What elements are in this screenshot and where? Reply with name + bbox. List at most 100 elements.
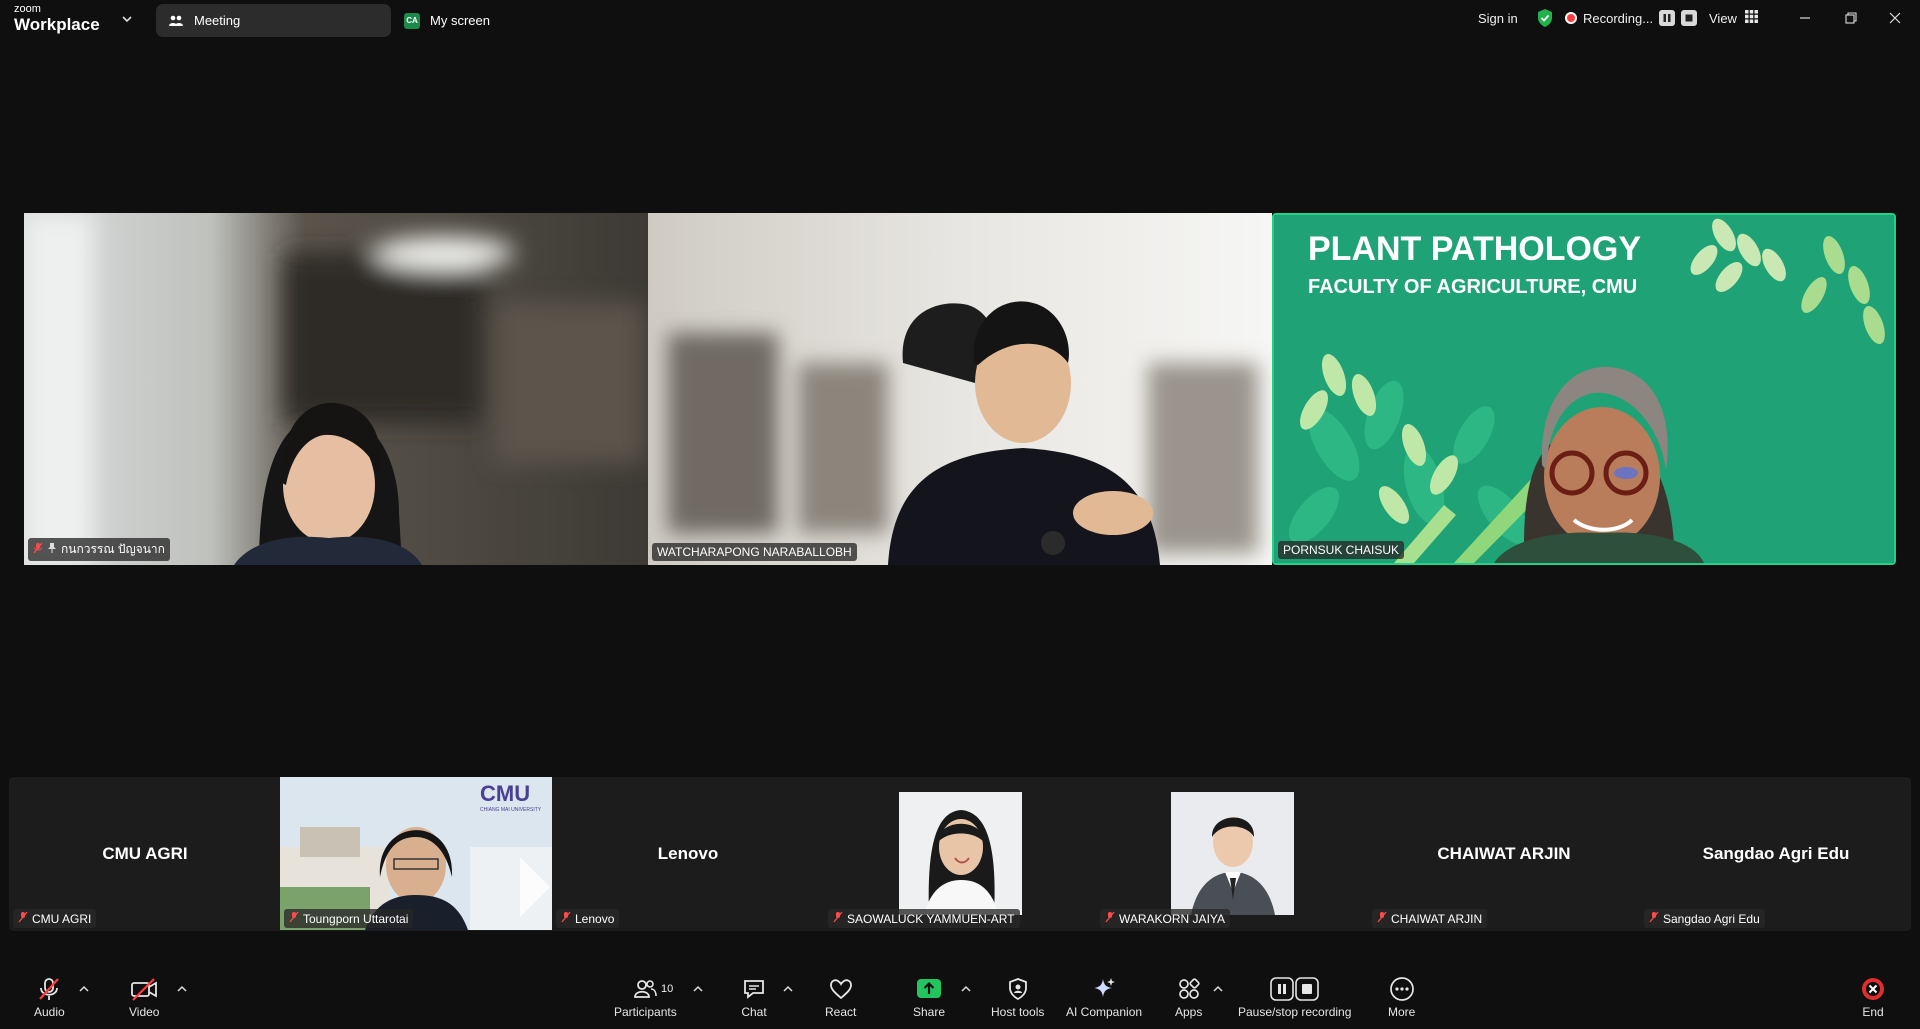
chat-options-caret-icon[interactable]	[783, 984, 793, 996]
participant-name-tag: Lenovo	[556, 909, 620, 928]
gallery-tile[interactable]: CMU CHIANG MAI UNIVERSITY Toungporn Utta…	[280, 777, 552, 930]
minimize-window-button[interactable]	[1782, 0, 1828, 36]
sign-in-link[interactable]: Sign in	[1478, 0, 1518, 36]
participant-name: WATCHARAPONG NARABALLOBH	[657, 545, 852, 559]
chat-button[interactable]: Chat	[741, 976, 767, 1019]
mic-muted-icon	[33, 542, 43, 557]
apps-options-caret-icon[interactable]	[1213, 984, 1223, 996]
avatar: CA	[404, 12, 420, 29]
video-off-icon	[130, 976, 158, 1002]
ai-companion-label: AI Companion	[1066, 1005, 1143, 1019]
participant-name: SAOWALUCK YAMMUEN-ART	[847, 911, 1015, 926]
logo-top: zoom	[14, 3, 41, 15]
view-label: View	[1709, 10, 1737, 26]
audio-options-caret-icon[interactable]	[79, 984, 89, 996]
gallery-tile[interactable]: SAOWALUCK YAMMUEN-ART	[824, 777, 1096, 930]
tab-my-screen-label: My screen	[430, 13, 490, 28]
more-button[interactable]: More	[1388, 976, 1415, 1019]
share-label: Share	[913, 1005, 946, 1019]
mic-muted-icon	[1377, 911, 1387, 926]
encryption-shield-icon[interactable]	[1536, 0, 1554, 36]
chat-icon	[741, 976, 767, 1002]
participant-video	[648, 213, 1272, 565]
shield-icon	[1005, 976, 1031, 1002]
apps-icon	[1176, 976, 1202, 1002]
share-button[interactable]: Share	[913, 976, 945, 1019]
video-options-caret-icon[interactable]	[177, 984, 187, 996]
recording-indicator: Recording...	[1565, 0, 1698, 36]
participant-profile-photo	[1171, 792, 1294, 915]
pause-recording-button[interactable]	[1659, 10, 1676, 26]
mic-muted-icon	[561, 911, 571, 926]
mic-muted-icon	[1105, 911, 1115, 926]
video-tile-speaker-2[interactable]: WATCHARAPONG NARABALLOBH	[648, 213, 1272, 565]
recording-dot-icon	[1565, 12, 1577, 24]
apps-button[interactable]: Apps	[1175, 976, 1202, 1019]
participant-name-tag: Sangdao Agri Edu	[1644, 909, 1765, 928]
tab-meeting[interactable]: Meeting	[156, 4, 391, 37]
participants-options-caret-icon[interactable]	[693, 984, 703, 996]
participant-video	[24, 213, 648, 565]
gallery-tile[interactable]: Sangdao Agri Edu Sangdao Agri Edu	[1640, 777, 1912, 930]
pause-stop-recording-button[interactable]: Pause/stop recording	[1238, 976, 1351, 1019]
participant-name: Toungporn Uttarotai	[303, 911, 409, 926]
meeting-toolbar	[0, 968, 1920, 1029]
background-logo-sub: CHIANG MAI UNIVERSITY	[480, 807, 542, 813]
share-options-caret-icon[interactable]	[961, 984, 971, 996]
pin-icon	[47, 542, 57, 557]
restore-window-button[interactable]	[1828, 0, 1874, 36]
more-label: More	[1388, 1005, 1416, 1019]
video-button[interactable]: Video	[129, 976, 159, 1019]
background-title: PLANT PATHOLOGY	[1308, 230, 1641, 268]
share-screen-icon	[916, 976, 942, 1002]
tab-my-screen[interactable]: CA My screen	[400, 4, 540, 37]
participant-name-tag: WARAKORN JAIYA	[1100, 909, 1231, 928]
background-logo: CMU	[480, 781, 530, 806]
participant-name: Sangdao Agri Edu	[1663, 911, 1760, 926]
pause-stop-recording-label: Pause/stop recording	[1238, 1005, 1352, 1019]
host-tools-button[interactable]: Host tools	[991, 976, 1044, 1019]
sparkle-icon	[1091, 976, 1117, 1002]
participant-video: PLANT PATHOLOGY FACULTY OF AGRICULTURE, …	[1274, 215, 1894, 563]
participant-name-tag: CHAIWAT ARJIN	[1372, 909, 1488, 928]
logo-bottom: Workplace	[14, 15, 100, 34]
zoom-logo: zoom Workplace	[14, 3, 100, 34]
participants-icon	[632, 976, 658, 1002]
participant-display-name: Lenovo	[657, 843, 719, 863]
participant-name-tag: CMU AGRI	[13, 909, 97, 928]
participant-name: CMU AGRI	[32, 911, 92, 926]
meeting-icon	[168, 13, 184, 29]
video-tile-speaker-1[interactable]: กนกวรรณ ปัญจนาก	[24, 213, 648, 565]
pause-stop-recording-icon	[1269, 976, 1320, 1002]
mic-muted-icon	[289, 911, 299, 926]
participant-video: CMU CHIANG MAI UNIVERSITY	[280, 777, 552, 930]
gallery-tile[interactable]: CHAIWAT ARJIN CHAIWAT ARJIN	[1368, 777, 1640, 930]
audio-button[interactable]: Audio	[34, 976, 65, 1019]
gallery-tile[interactable]: CMU AGRI CMU AGRI	[9, 777, 281, 930]
video-label: Video	[129, 1005, 160, 1019]
participant-name: Lenovo	[575, 911, 615, 926]
heart-icon	[828, 976, 854, 1002]
participants-count: 10	[661, 983, 674, 995]
participant-display-name: CHAIWAT ARJIN	[1437, 843, 1571, 863]
close-window-button[interactable]	[1872, 0, 1918, 36]
participant-name: CHAIWAT ARJIN	[1391, 911, 1483, 926]
host-tools-label: Host tools	[991, 1005, 1045, 1019]
participant-profile-photo	[899, 792, 1022, 915]
end-meeting-button[interactable]: End	[1860, 976, 1886, 1019]
react-button[interactable]: React	[825, 976, 856, 1019]
gallery-tile[interactable]: WARAKORN JAIYA	[1096, 777, 1368, 930]
apps-label: Apps	[1175, 1005, 1203, 1019]
audio-label: Audio	[34, 1005, 65, 1019]
participant-name-tag: Toungporn Uttarotai	[284, 909, 414, 928]
ai-companion-button[interactable]: AI Companion	[1066, 976, 1142, 1019]
gallery-tile[interactable]: Lenovo Lenovo	[552, 777, 824, 930]
participant-name-tag: กนกวรรณ ปัญจนาก	[28, 538, 170, 561]
chat-label: Chat	[741, 1005, 767, 1019]
participant-name: PORNSUK CHAISUK	[1283, 543, 1400, 557]
stop-recording-button[interactable]	[1681, 10, 1698, 26]
view-button[interactable]: View	[1709, 0, 1758, 36]
chevron-down-icon[interactable]	[122, 12, 132, 26]
participant-display-name: Sangdao Agri Edu	[1702, 843, 1850, 863]
video-tile-speaker-3-active[interactable]: PLANT PATHOLOGY FACULTY OF AGRICULTURE, …	[1272, 213, 1896, 565]
